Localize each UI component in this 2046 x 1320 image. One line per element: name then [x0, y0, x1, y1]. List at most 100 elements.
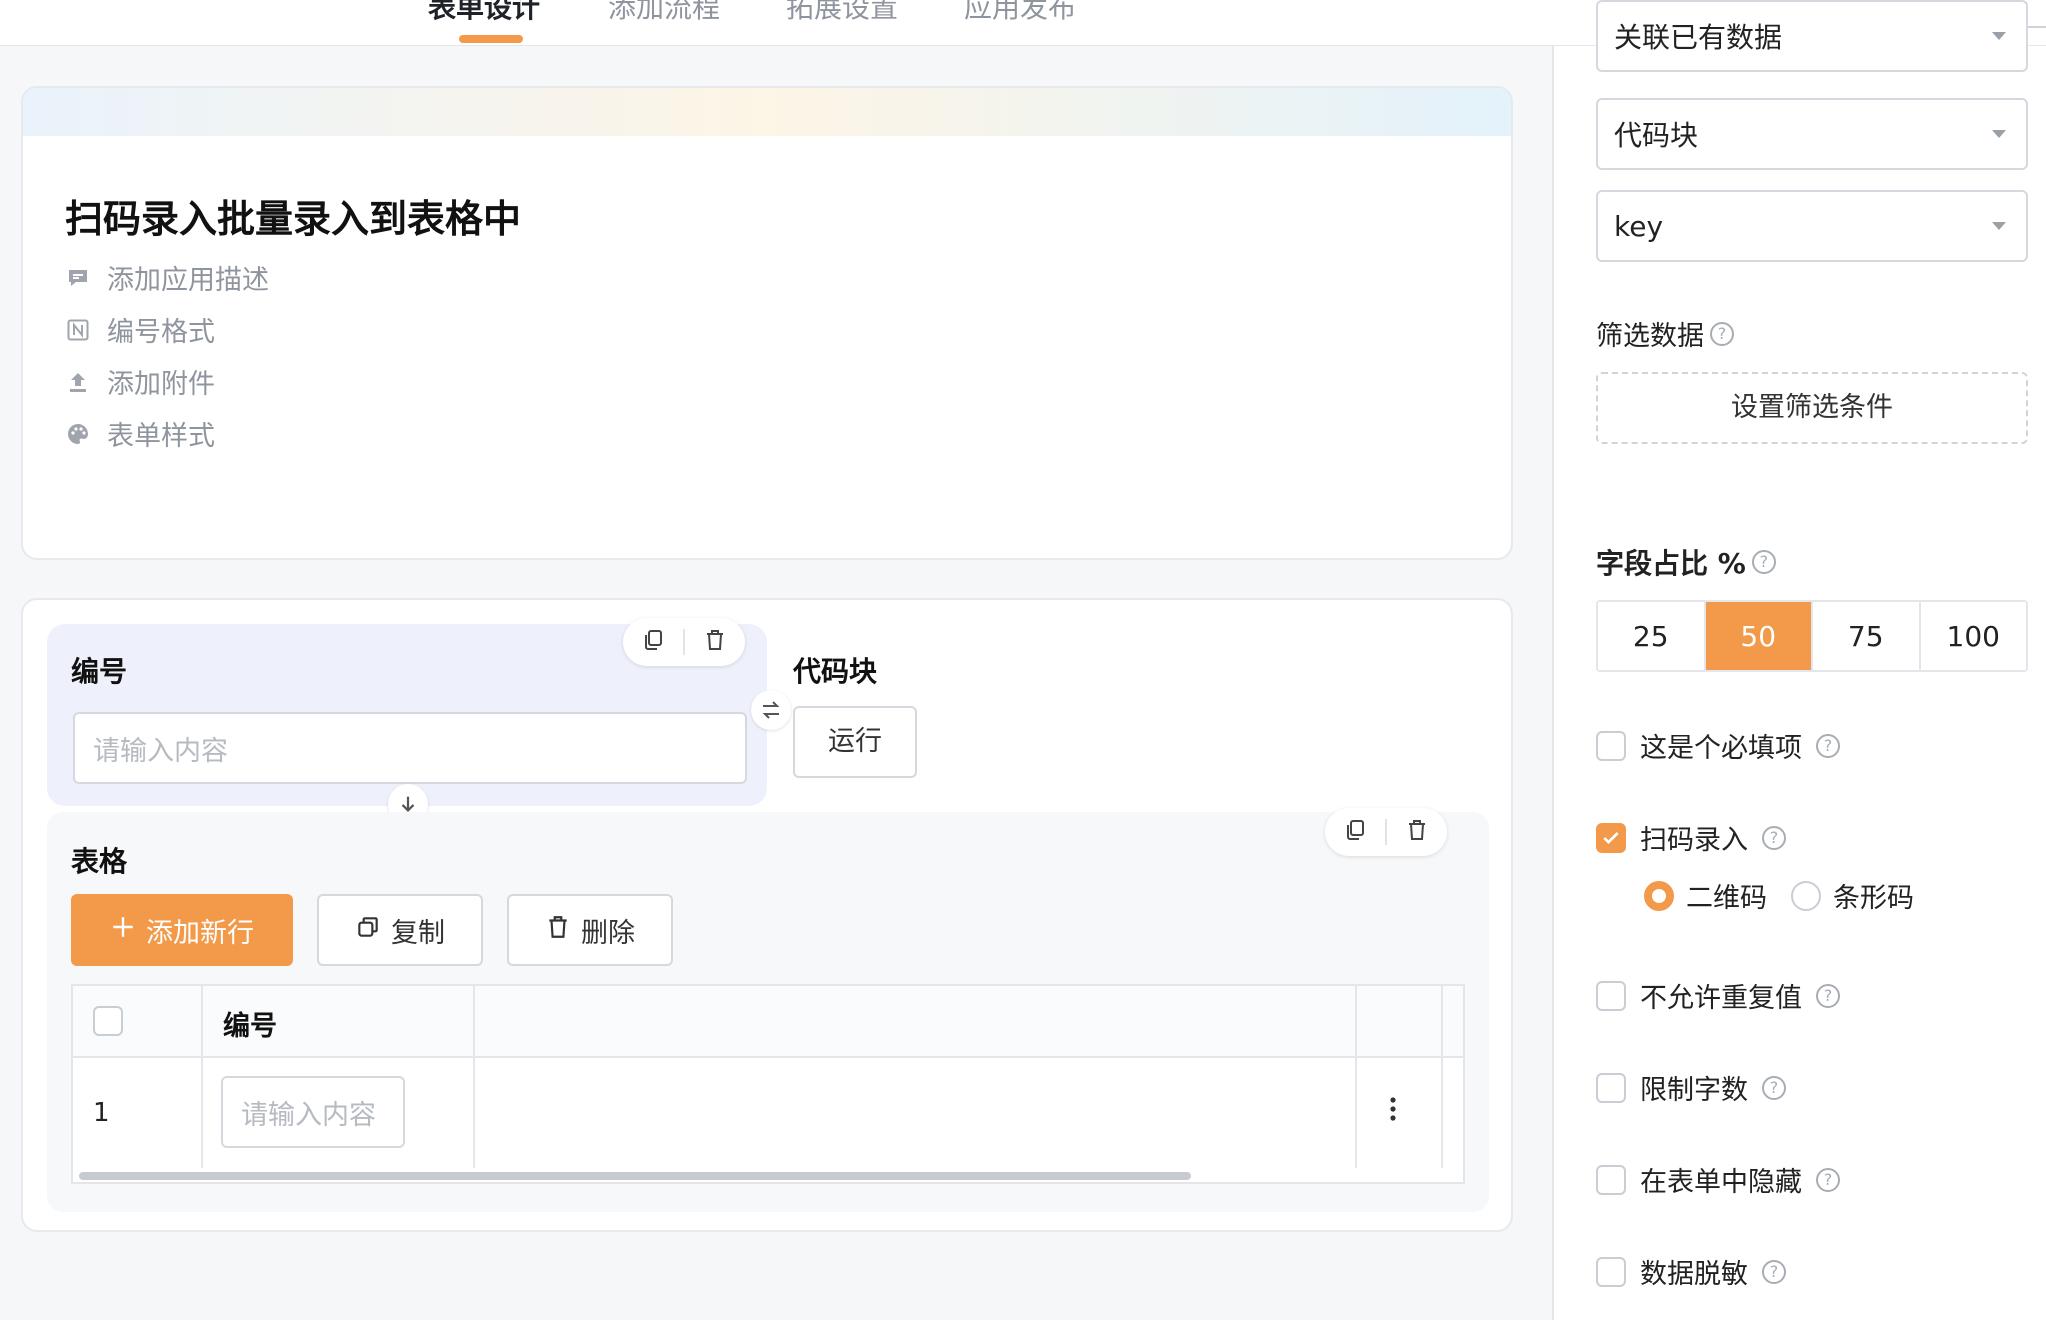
- run-button[interactable]: 运行: [793, 706, 917, 778]
- help-icon[interactable]: ?: [1710, 321, 1734, 346]
- data-masking-label: 数据脱敏: [1640, 1259, 1748, 1290]
- required-label: 这是个必填项: [1640, 733, 1802, 764]
- help-icon[interactable]: ?: [1762, 1075, 1786, 1100]
- key-select-value: key: [1614, 209, 1664, 243]
- add-description-label: 添加应用描述: [107, 265, 269, 296]
- width-option-50[interactable]: 50: [1705, 602, 1813, 670]
- add-row-label: 添加新行: [146, 917, 254, 949]
- select-all-checkbox[interactable]: [93, 1006, 123, 1036]
- field-width-text: 字段占比 %: [1596, 547, 1746, 580]
- no-duplicate-checkbox[interactable]: [1596, 980, 1626, 1011]
- tab-form-design[interactable]: 表单设计: [428, 0, 540, 26]
- number-input[interactable]: 请输入内容: [73, 712, 747, 784]
- help-icon[interactable]: ?: [1762, 1259, 1786, 1284]
- toolbar-divider: [1385, 819, 1387, 845]
- scan-input-checkbox[interactable]: [1596, 822, 1626, 853]
- data-table: 编号 1 请输入内容: [71, 984, 1465, 1184]
- palette-icon: [65, 421, 91, 447]
- chevron-down-icon: [1992, 222, 2006, 230]
- limit-length-option[interactable]: 限制字数 ?: [1596, 1068, 1786, 1107]
- upload-icon: [65, 369, 91, 395]
- source-select-value: 代码块: [1614, 119, 1699, 152]
- trash-icon[interactable]: [703, 628, 727, 656]
- key-select[interactable]: key: [1596, 190, 2028, 262]
- delete-rows-button[interactable]: 删除: [507, 894, 673, 966]
- scan-input-option[interactable]: 扫码录入 ?: [1596, 818, 1786, 857]
- form-fields-card: 编号 请输入内容 代码块 运行 表格 添加新行 复制 删除 编号 1 请输入内容: [21, 598, 1513, 1232]
- trash-icon[interactable]: [1405, 818, 1429, 846]
- width-option-100[interactable]: 100: [1920, 602, 2026, 670]
- data-masking-checkbox[interactable]: [1596, 1256, 1626, 1287]
- copy-icon[interactable]: [641, 628, 665, 656]
- hide-in-form-option[interactable]: 在表单中隐藏 ?: [1596, 1160, 1840, 1199]
- copy-icon: [355, 914, 381, 947]
- limit-length-checkbox[interactable]: [1596, 1072, 1626, 1103]
- app-title[interactable]: 扫码录入批量录入到表格中: [65, 188, 521, 243]
- tab-add-process[interactable]: 添加流程: [608, 0, 720, 26]
- scan-type-group: 二维码 条形码: [1644, 876, 1914, 915]
- swap-icon[interactable]: [751, 690, 791, 730]
- scan-input-label: 扫码录入: [1640, 825, 1748, 856]
- row-number-input[interactable]: 请输入内容: [221, 1076, 405, 1148]
- tab-extension-settings[interactable]: 拓展设置: [786, 0, 898, 26]
- hide-in-form-checkbox[interactable]: [1596, 1164, 1626, 1195]
- number-field[interactable]: 编号 请输入内容: [47, 618, 767, 806]
- filter-data-label: 筛选数据 ?: [1596, 314, 1734, 353]
- width-option-75[interactable]: 75: [1813, 602, 1921, 670]
- numbering-format-label: 编号格式: [107, 317, 215, 348]
- filter-data-text: 筛选数据: [1596, 321, 1704, 352]
- data-masking-option[interactable]: 数据脱敏 ?: [1596, 1252, 1786, 1291]
- toolbar-divider: [683, 629, 685, 655]
- width-option-25[interactable]: 25: [1598, 602, 1706, 670]
- table-field[interactable]: 表格 添加新行 复制 删除 编号 1 请输入内容: [47, 808, 1489, 1212]
- help-icon[interactable]: ?: [1816, 733, 1840, 758]
- no-duplicate-option[interactable]: 不允许重复值 ?: [1596, 976, 1840, 1015]
- required-option[interactable]: 这是个必填项 ?: [1596, 726, 1840, 765]
- copy-icon[interactable]: [1343, 818, 1367, 846]
- field-width-selector: 25 50 75 100: [1596, 600, 2028, 672]
- help-icon[interactable]: ?: [1816, 983, 1840, 1008]
- comment-icon: [65, 265, 91, 291]
- form-canvas: 扫码录入批量录入到表格中 添加应用描述 编号格式 添加附件 表单样式 编号 请输…: [0, 46, 1552, 1320]
- card-banner: [23, 88, 1511, 136]
- field-width-label: 字段占比 % ?: [1596, 542, 1776, 582]
- data-source-mode-select[interactable]: 关联已有数据: [1596, 0, 2028, 72]
- copy-rows-button[interactable]: 复制: [317, 894, 483, 966]
- add-row-button[interactable]: 添加新行: [71, 894, 293, 966]
- numbering-icon: [65, 317, 91, 343]
- source-select[interactable]: 代码块: [1596, 98, 2028, 170]
- numbering-format-link[interactable]: 编号格式: [65, 310, 215, 349]
- chevron-down-icon: [1992, 32, 2006, 40]
- number-field-label: 编号: [71, 655, 128, 688]
- help-icon[interactable]: ?: [1816, 1167, 1840, 1192]
- add-attachment-link[interactable]: 添加附件: [65, 362, 215, 401]
- form-style-link[interactable]: 表单样式: [65, 414, 215, 453]
- required-checkbox[interactable]: [1596, 730, 1626, 761]
- column-divider: [201, 986, 203, 1168]
- hide-in-form-label: 在表单中隐藏: [1640, 1167, 1802, 1198]
- tab-app-publish[interactable]: 应用发布: [964, 0, 1076, 26]
- help-icon[interactable]: ?: [1751, 550, 1776, 574]
- more-vertical-icon[interactable]: [1389, 1096, 1397, 1126]
- field-toolbar: [623, 618, 745, 666]
- barcode-radio[interactable]: [1791, 880, 1821, 911]
- delete-rows-label: 删除: [581, 917, 635, 949]
- set-filter-button[interactable]: 设置筛选条件: [1596, 372, 2028, 444]
- table-label: 表格: [71, 845, 128, 878]
- barcode-label[interactable]: 条形码: [1833, 876, 1914, 915]
- column-divider: [1355, 986, 1357, 1168]
- app-info-card: 扫码录入批量录入到表格中 添加应用描述 编号格式 添加附件 表单样式: [21, 86, 1513, 560]
- limit-length-label: 限制字数: [1640, 1075, 1748, 1106]
- row-index: 1: [93, 1098, 110, 1128]
- horizontal-scrollbar[interactable]: [79, 1172, 1191, 1180]
- data-source-mode-value: 关联已有数据: [1614, 21, 1783, 54]
- help-icon[interactable]: ?: [1762, 825, 1786, 850]
- column-divider: [1441, 986, 1443, 1168]
- copy-rows-label: 复制: [391, 917, 445, 949]
- chevron-down-icon: [1992, 130, 2006, 138]
- column-header-number: 编号: [223, 1011, 277, 1042]
- add-description-link[interactable]: 添加应用描述: [65, 258, 269, 297]
- form-style-label: 表单样式: [107, 421, 215, 452]
- qrcode-radio[interactable]: [1644, 880, 1674, 911]
- qrcode-label[interactable]: 二维码: [1686, 876, 1767, 915]
